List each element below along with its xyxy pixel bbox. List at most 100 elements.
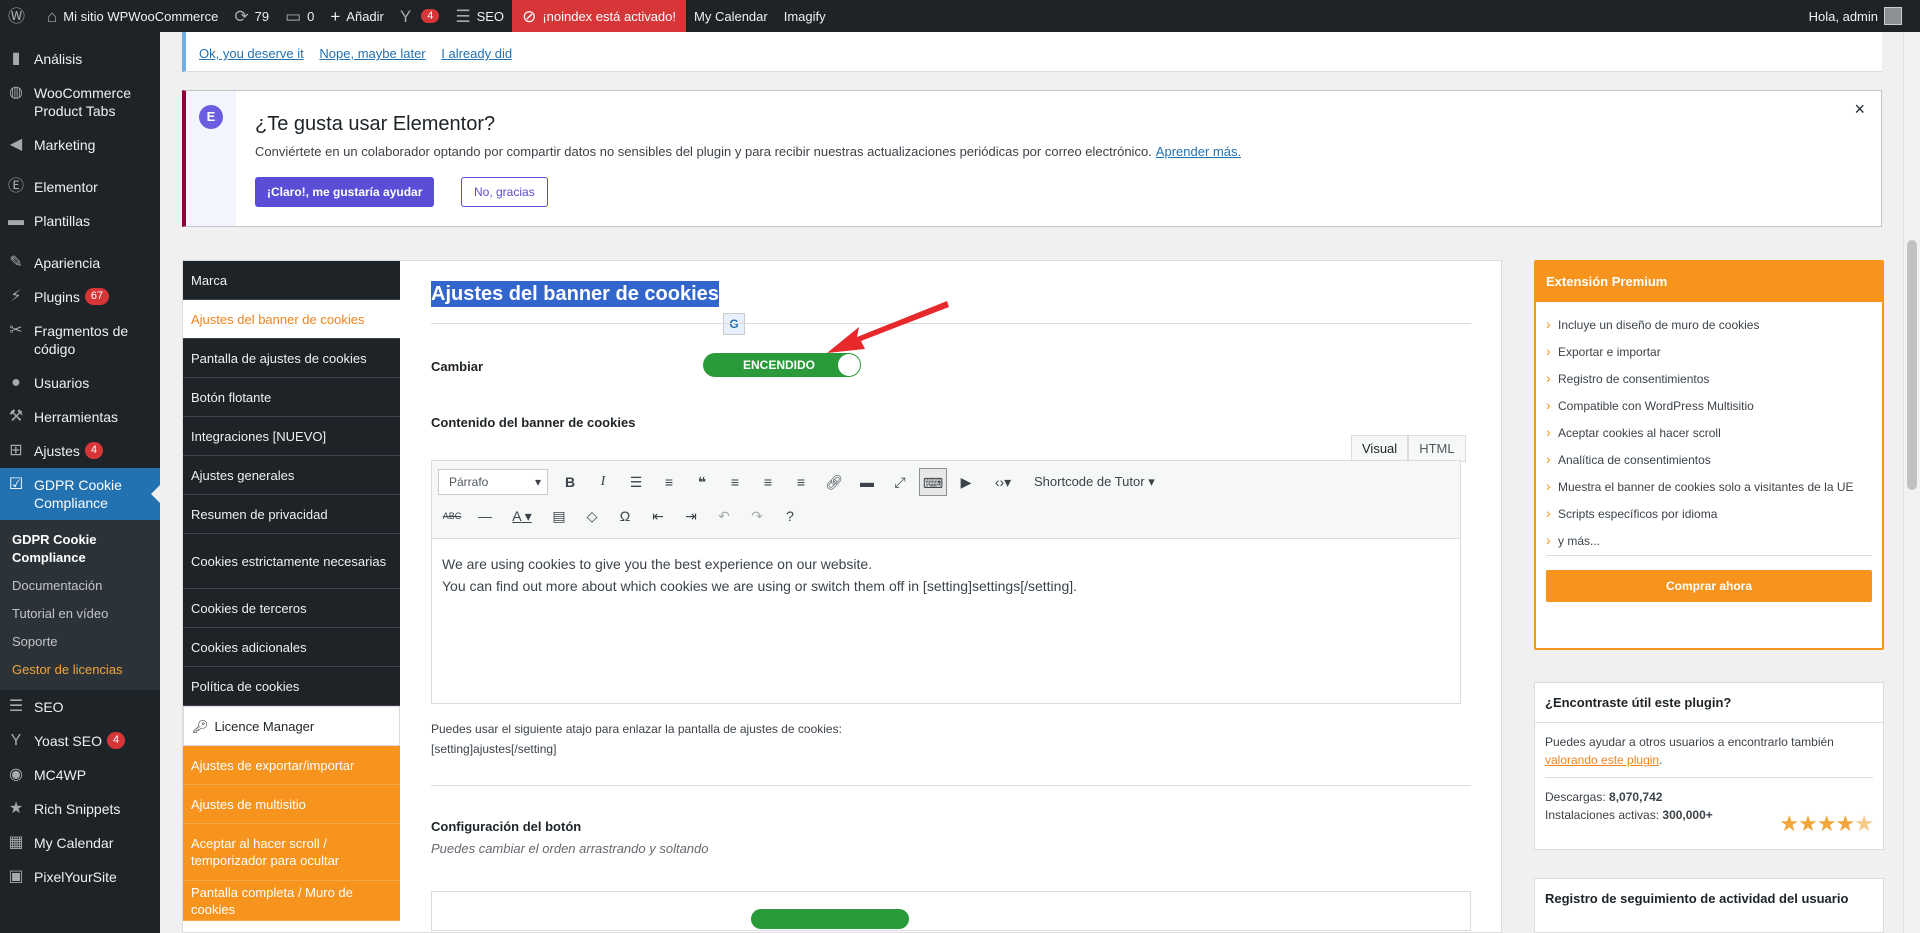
rating-done-link[interactable]: I already did (441, 46, 512, 61)
submenu-documentacion[interactable]: Documentación (0, 572, 160, 600)
keyboard-icon[interactable]: ⌨ (919, 468, 947, 496)
horizontal-line-icon[interactable]: — (471, 502, 499, 530)
align-left-icon[interactable]: ≡ (721, 468, 749, 496)
gdpr-submenu: GDPR Cookie Compliance Documentación Tut… (0, 520, 160, 690)
menu-item-marketing[interactable]: ◀ Marketing (0, 128, 160, 162)
button-toggle[interactable] (751, 909, 909, 929)
submenu-soporte[interactable]: Soporte (0, 628, 160, 656)
noindex-warning-link[interactable]: ⊘ ¡noindex está activado! (512, 0, 687, 32)
blockquote-icon[interactable]: ❝ (688, 468, 716, 496)
seo-link[interactable]: ☰ SEO (447, 0, 512, 32)
list-item[interactable]: y más... (1546, 528, 1872, 555)
menu-item-apariencia[interactable]: ✎ Apariencia (0, 246, 160, 280)
submenu-licencias[interactable]: Gestor de licencias (0, 656, 160, 684)
tab-adicionales[interactable]: Cookies adicionales (183, 628, 400, 667)
menu-item-seo[interactable]: ☰ SEO (0, 690, 160, 724)
menu-item-rich-snippets[interactable]: ★ Rich Snippets (0, 792, 160, 826)
code-dropdown-icon[interactable]: ‹›▾ (985, 468, 1021, 496)
strikethrough-icon[interactable]: ABC (438, 502, 466, 530)
menu-item-gdpr[interactable]: ☑ GDPR Cookie Compliance (0, 468, 160, 520)
rate-plugin-link[interactable]: valorando este plugin (1545, 753, 1659, 767)
tab-html[interactable]: HTML (1408, 435, 1466, 462)
account-menu[interactable]: Hola, admin (1801, 0, 1920, 32)
rating-later-link[interactable]: Nope, maybe later (319, 46, 425, 61)
align-right-icon[interactable]: ≡ (787, 468, 815, 496)
scrollbar-thumb[interactable] (1907, 240, 1917, 490)
learn-more-link[interactable]: Aprender más. (1156, 144, 1241, 159)
imagify-link[interactable]: Imagify (776, 0, 834, 32)
page-scrollbar[interactable] (1903, 32, 1920, 933)
editor-content[interactable]: We are using cookies to give you the bes… (432, 539, 1460, 611)
tab-terceros[interactable]: Cookies de terceros (183, 589, 400, 628)
tab-ajustes-generales[interactable]: Ajustes generales (183, 456, 400, 495)
video-icon[interactable]: ▶ (952, 468, 980, 496)
align-center-icon[interactable]: ≡ (754, 468, 782, 496)
opt-in-button[interactable]: ¡Claro!, me gustaría ayudar (255, 177, 435, 207)
yoast-link[interactable]: Y4 (392, 0, 447, 32)
text-color-icon[interactable]: A ▾ (504, 502, 540, 530)
tab-boton-flotante[interactable]: Botón flotante (183, 378, 400, 417)
shortcode-dropdown[interactable]: Shortcode de Tutor ▾ (1034, 474, 1155, 490)
read-more-icon[interactable]: ▬ (853, 468, 881, 496)
indent-icon[interactable]: ⇥ (677, 502, 705, 530)
help-icon[interactable]: ? (776, 502, 804, 530)
updates-link[interactable]: ⟳ 79 (226, 0, 277, 32)
elementor-icon: Ⓔ (7, 178, 24, 195)
tab-integraciones[interactable]: Integraciones [NUEVO] (183, 417, 400, 456)
site-name-link[interactable]: ⌂ Mi sitio WPWooCommerce (39, 0, 226, 32)
tab-multisitio[interactable]: Ajustes de multisitio (183, 785, 400, 824)
checkbox-icon: ☑ (8, 476, 24, 493)
avatar (1884, 7, 1902, 25)
menu-item-fragmentos[interactable]: ✂ Fragmentos de código (0, 314, 160, 366)
tab-pantalla-ajustes[interactable]: Pantalla de ajustes de cookies (183, 339, 400, 378)
opt-out-button[interactable]: No, gracias (461, 177, 548, 207)
close-icon[interactable]: × (1854, 99, 1865, 120)
add-new-link[interactable]: + Añadir (322, 0, 392, 32)
menu-item-usuarios[interactable]: ● Usuarios (0, 366, 160, 400)
tab-scroll[interactable]: Aceptar al hacer scroll / temporizador p… (183, 824, 400, 881)
tab-pantalla-completa[interactable]: Pantalla completa / Muro de cookies (183, 881, 400, 921)
my-calendar-link[interactable]: My Calendar (686, 0, 776, 32)
menu-item-mc4wp[interactable]: ◉ MC4WP (0, 758, 160, 792)
tab-banner[interactable]: Ajustes del banner de cookies (183, 300, 400, 339)
menu-item-yoast[interactable]: Y Yoast SEO 4 (0, 724, 160, 758)
tab-licence-manager[interactable]: 🔑︎ Licence Manager (183, 706, 400, 746)
menu-item-ajustes[interactable]: ⊞ Ajustes 4 (0, 434, 160, 468)
menu-item-elementor[interactable]: Ⓔ Elementor (0, 170, 160, 204)
menu-item-plantillas[interactable]: ▬ Plantillas (0, 204, 160, 238)
submenu-tutorial[interactable]: Tutorial en vídeo (0, 600, 160, 628)
menu-item-product-tabs[interactable]: ◍ WooCommerce Product Tabs (0, 76, 160, 128)
tab-estrictamente-necesarias[interactable]: Cookies estrictamente necesarias (183, 534, 400, 589)
menu-item-my-calendar[interactable]: ▦ My Calendar (0, 826, 160, 860)
outdent-icon[interactable]: ⇤ (644, 502, 672, 530)
menu-item-analisis[interactable]: ▮ Análisis (0, 42, 160, 76)
clear-format-icon[interactable]: ◇ (578, 502, 606, 530)
paste-text-icon[interactable]: ▤ (545, 502, 573, 530)
fullscreen-icon[interactable]: ⤢ (886, 468, 914, 496)
wp-logo-button[interactable]: Ⓦ (0, 0, 39, 32)
elementor-notice: E ¿Te gusta usar Elementor? Conviértete … (182, 90, 1882, 227)
link-icon[interactable]: 🔗︎ (820, 468, 848, 496)
menu-item-pixelyoursite[interactable]: ▣ PixelYourSite (0, 860, 160, 894)
numbered-list-icon[interactable]: ≡ (655, 468, 683, 496)
undo-icon[interactable]: ↶ (710, 502, 738, 530)
tab-resumen-privacidad[interactable]: Resumen de privacidad (183, 495, 400, 534)
submenu-gdpr[interactable]: GDPR Cookie Compliance (0, 526, 160, 572)
rating-yes-link[interactable]: Ok, you deserve it (199, 46, 304, 61)
bullet-list-icon[interactable]: ☰ (622, 468, 650, 496)
tab-politica[interactable]: Política de cookies (183, 667, 400, 706)
comments-link[interactable]: ▭ 0 (277, 0, 322, 32)
redo-icon[interactable]: ↷ (743, 502, 771, 530)
tab-exportar[interactable]: Ajustes de exportar/importar (183, 746, 400, 785)
format-select[interactable]: Párrafo (438, 469, 548, 495)
buy-now-button[interactable]: Comprar ahora (1546, 570, 1872, 602)
translate-icon[interactable]: G (723, 313, 745, 335)
menu-item-plugins[interactable]: ⚡ Plugins 67 (0, 280, 160, 314)
tab-marca[interactable]: Marca (183, 261, 400, 300)
bold-icon[interactable]: B (556, 468, 584, 496)
italic-icon[interactable]: I (589, 468, 617, 496)
special-char-icon[interactable]: Ω (611, 502, 639, 530)
menu-item-herramientas[interactable]: ⚒ Herramientas (0, 400, 160, 434)
key-icon: 🔑︎ (192, 718, 209, 734)
tab-visual[interactable]: Visual (1351, 435, 1409, 462)
